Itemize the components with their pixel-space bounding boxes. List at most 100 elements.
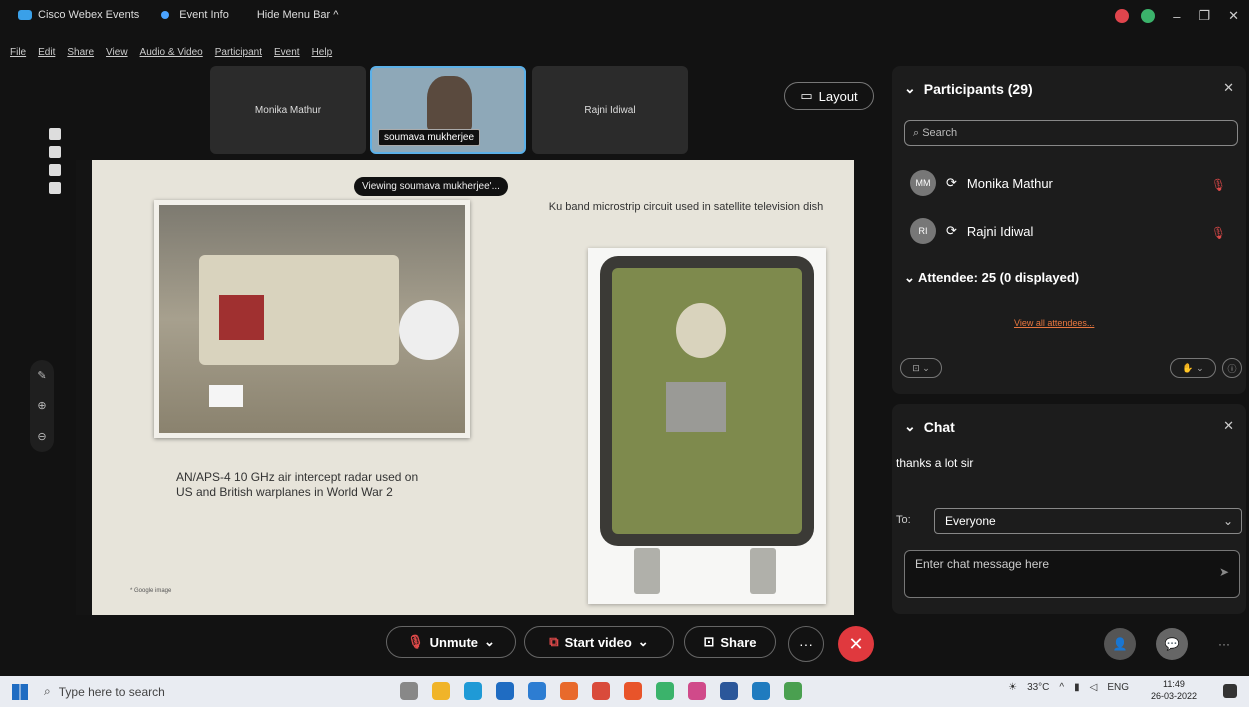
view-all-attendees-link[interactable]: View all attendees... (1014, 318, 1094, 328)
divider (76, 160, 92, 615)
hide-menu-bar-button[interactable]: Hide Menu Bar ^ (251, 9, 339, 21)
start-video-button[interactable]: ⧉ Start video ⌄ (524, 626, 674, 658)
reaction-button[interactable]: ⊡ ⌄ (900, 358, 942, 378)
raise-hand-button[interactable]: ✋ ⌄ (1170, 358, 1216, 378)
sync-icon: ⟳ (946, 175, 957, 190)
minimize-icon[interactable]: – (1173, 9, 1180, 24)
annotate-icon[interactable]: ✎ (37, 369, 46, 382)
language-indicator[interactable]: ENG (1107, 682, 1129, 693)
viewing-tooltip: Viewing soumava mukherjee'... (354, 177, 508, 196)
mic-muted-icon[interactable]: 🎙 (1211, 226, 1226, 240)
windows-start-icon[interactable] (12, 683, 28, 700)
menu-edit[interactable]: Edit (38, 47, 55, 63)
hide-menu-label: Hide Menu Bar ^ (256, 9, 339, 21)
close-icon[interactable]: ✕ (1223, 418, 1234, 434)
maximize-icon[interactable]: ❐ (1198, 8, 1210, 24)
network-icon[interactable]: ▮ (1074, 682, 1080, 693)
status-red-icon[interactable] (1115, 9, 1130, 23)
status-green-icon[interactable] (1141, 9, 1156, 23)
firefox-icon[interactable] (560, 682, 578, 700)
event-info-button[interactable]: Event Info (161, 9, 229, 21)
start-video-label: Start video (564, 634, 632, 650)
layout-button[interactable]: ▭ Layout (784, 82, 874, 110)
notification-icon[interactable] (1223, 684, 1237, 698)
chrome-icon[interactable] (592, 682, 610, 700)
share-icon: ⊡ (703, 634, 715, 649)
title-bar: Cisco Webex Events Event Info Hide Menu … (0, 0, 1249, 30)
menu-share[interactable]: Share (67, 47, 94, 63)
menu-help[interactable]: Help (312, 47, 333, 63)
radar-photo (154, 200, 470, 438)
video-tile-soumava[interactable]: soumava mukherjee (370, 66, 526, 154)
participants-toggle-button[interactable]: 👤 (1104, 628, 1136, 660)
zoom-out-icon[interactable]: ⊖ (37, 430, 46, 443)
send-icon[interactable]: ➤ (1219, 565, 1229, 579)
menu-participant[interactable]: Participant (215, 47, 262, 63)
unmute-button[interactable]: 🎙 Unmute ⌄ (386, 626, 516, 658)
window-controls: – ❐ ✕ (1115, 8, 1239, 24)
more-options-button[interactable]: ··· (788, 626, 824, 662)
menu-view[interactable]: View (106, 47, 128, 63)
gear-icon[interactable] (49, 182, 61, 194)
chevron-down-icon[interactable]: ⌄ (484, 634, 495, 650)
video-tile-monika[interactable]: Monika Mathur (210, 66, 366, 154)
chat-toggle-button[interactable]: 💬 (1156, 628, 1188, 660)
mail-icon[interactable] (528, 682, 546, 700)
edge-icon[interactable] (464, 682, 482, 700)
participant-row[interactable]: RI ⟳ Rajni Idiwal (910, 218, 1033, 244)
task-view-icon[interactable] (400, 682, 418, 700)
participants-header[interactable]: ⌄ Participants (29) (904, 80, 1033, 97)
store-icon[interactable] (496, 682, 514, 700)
taskbar-search[interactable]: ⌕ Type here to search (44, 681, 344, 703)
share-label: Share (720, 634, 757, 650)
paint-icon[interactable] (688, 682, 706, 700)
chat-header[interactable]: ⌄ Chat (904, 418, 955, 435)
webex-icon[interactable] (752, 682, 770, 700)
weather-icon: ☀ (1008, 682, 1018, 693)
menu-event[interactable]: Event (274, 47, 300, 63)
unmute-label: Unmute (429, 634, 478, 650)
avatar: RI (910, 218, 936, 244)
menu-audio-video[interactable]: Audio & Video (140, 47, 203, 63)
close-icon[interactable]: ✕ (1228, 8, 1239, 24)
word-icon[interactable] (720, 682, 738, 700)
more-icon[interactable]: ··· (1208, 628, 1240, 660)
leave-meeting-button[interactable]: ✕ (838, 626, 874, 662)
chevron-down-icon: ⌄ (904, 418, 916, 434)
chevron-down-icon[interactable]: ⌄ (638, 634, 649, 650)
info-icon[interactable]: ⓘ (1222, 358, 1242, 378)
close-icon[interactable]: ✕ (1223, 80, 1234, 96)
menu-file[interactable]: File (10, 47, 26, 63)
zoom-in-icon[interactable]: ⊕ (37, 399, 46, 412)
chevron-down-icon: ⌄ (1222, 514, 1233, 528)
attendee-header[interactable]: ⌄ Attendee: 25 (0 displayed) (904, 270, 1079, 286)
mic-muted-icon[interactable]: 🎙 (1211, 178, 1226, 192)
chevron-up-icon[interactable]: ^ (1059, 682, 1064, 693)
video-tile-rajni[interactable]: Rajni Idiwal (532, 66, 688, 154)
office-icon[interactable] (624, 682, 642, 700)
video-icon[interactable] (49, 146, 61, 158)
video-off-icon: ⧉ (549, 634, 559, 649)
chat-panel: ⌄ Chat ✕ thanks a lot sir To: Everyone ⌄… (892, 404, 1246, 614)
participants-search-input[interactable]: ⌕ Search (904, 120, 1238, 146)
avatar: MM (910, 170, 936, 196)
source-note: * Google image (130, 588, 172, 594)
chevron-down-icon: ⌄ (904, 270, 919, 285)
chat-message: thanks a lot sir (896, 456, 974, 470)
file-explorer-icon[interactable] (432, 682, 450, 700)
chrome-alt-icon[interactable] (656, 682, 674, 700)
chat-input[interactable]: Enter chat message here ➤ (904, 550, 1240, 598)
participant-row[interactable]: MM ⟳ Monika Mathur (910, 170, 1053, 196)
weather-temp[interactable]: 33°C (1027, 682, 1049, 693)
taskbar-apps (400, 682, 802, 700)
participant-video (427, 76, 472, 131)
chrome-profile-icon[interactable] (784, 682, 802, 700)
copy-icon[interactable] (49, 164, 61, 176)
volume-icon[interactable]: ◁ (1090, 682, 1098, 693)
camera-icon[interactable] (49, 128, 61, 140)
clock[interactable]: 11:49 26-03-2022 (1151, 678, 1197, 702)
tile-name: Rajni Idiwal (584, 104, 636, 116)
microstrip-photo (588, 248, 826, 604)
chat-recipient-select[interactable]: Everyone ⌄ (934, 508, 1242, 534)
share-button[interactable]: ⊡ Share (684, 626, 776, 658)
